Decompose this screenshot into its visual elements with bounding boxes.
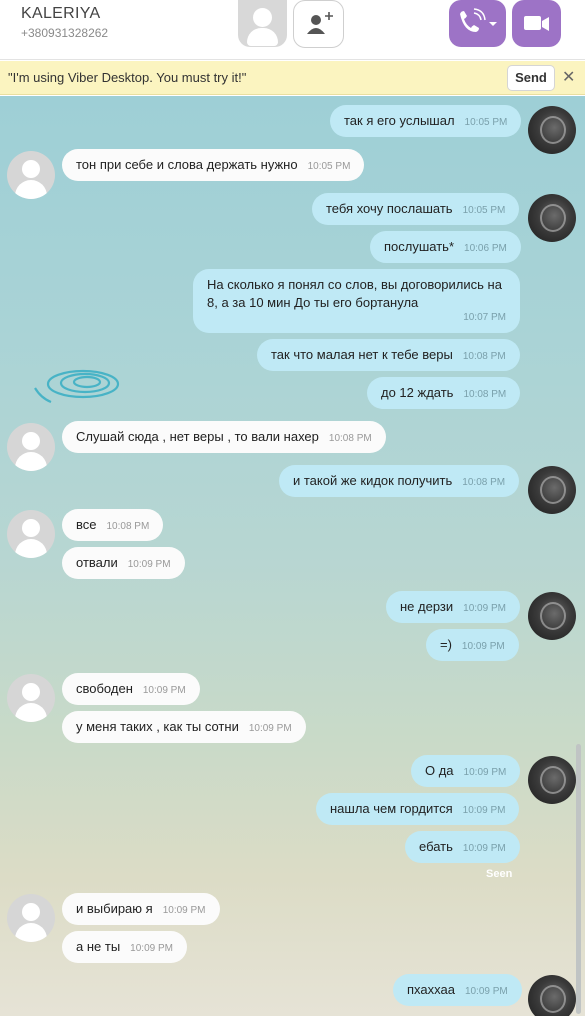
- message-outgoing[interactable]: так я его услышал 10:05 PM: [330, 105, 522, 137]
- contact-phone: +380931328262: [21, 26, 109, 40]
- default-avatar-icon[interactable]: [7, 423, 55, 471]
- message-incoming[interactable]: тон при себе и слова держать нужно 10:05 …: [62, 149, 365, 181]
- default-avatar-icon[interactable]: [7, 151, 55, 199]
- message-outgoing[interactable]: тебя хочу послашать 10:05 PM: [312, 193, 520, 225]
- message-time: 10:09 PM: [462, 805, 506, 816]
- message-incoming[interactable]: Слушай сюда , нет веры , то вали нахер 10…: [62, 421, 386, 453]
- message-time: 10:09 PM: [130, 943, 173, 954]
- message-text: и такой же кидок получить: [293, 473, 453, 488]
- message-time: 10:09 PM: [248, 723, 292, 734]
- message-text: все: [76, 517, 97, 532]
- message-text: ебать: [419, 839, 453, 854]
- message-time: 10:09 PM: [463, 603, 506, 614]
- message-time: 10:09 PM: [461, 641, 505, 652]
- swirl-decoration: [34, 369, 120, 404]
- invite-notice-bar: "I'm using Viber Desktop. You must try i…: [0, 61, 585, 95]
- message-text: тон при себе и слова держать нужно: [76, 157, 298, 172]
- message-outgoing[interactable]: ебать 10:09 PM: [405, 831, 520, 863]
- message-text: отвали: [76, 555, 118, 570]
- message-outgoing[interactable]: На сколько я понял со слов, вы договорил…: [193, 269, 520, 333]
- chat-scrollbar[interactable]: [576, 744, 581, 1014]
- message-text: =): [440, 637, 452, 652]
- message-outgoing[interactable]: О да 10:09 PM: [411, 755, 521, 787]
- message-time: 10:09 PM: [462, 843, 506, 854]
- message-time: 10:08 PM: [106, 521, 150, 532]
- user-photo-avatar[interactable]: [528, 194, 576, 242]
- message-incoming[interactable]: и выбираю я 10:09 PM: [62, 893, 220, 925]
- message-text: и выбираю я: [76, 901, 153, 916]
- message-time: 10:09 PM: [464, 986, 508, 997]
- message-time: 10:08 PM: [463, 389, 507, 400]
- user-photo-avatar[interactable]: [528, 756, 576, 804]
- default-avatar-icon[interactable]: [7, 674, 55, 722]
- chat-conversation-area[interactable]: так я его услышал 10:05 PM тон при себе и…: [0, 96, 585, 1016]
- message-outgoing[interactable]: пхаххаа 10:09 PM: [393, 974, 522, 1006]
- message-incoming[interactable]: а не ты 10:09 PM: [62, 931, 187, 963]
- message-outgoing[interactable]: так что малая нет к тебе веры 10:08 PM: [257, 339, 520, 371]
- user-photo-avatar[interactable]: [528, 975, 576, 1016]
- message-time: 10:09 PM: [162, 905, 206, 916]
- message-incoming[interactable]: все 10:08 PM: [62, 509, 164, 541]
- message-time: 10:09 PM: [142, 685, 186, 696]
- chevron-down-icon[interactable]: [488, 20, 498, 28]
- message-text: у меня таких , как ты сотни: [76, 719, 239, 734]
- message-text: так я его услышал: [344, 113, 455, 128]
- message-text: свободен: [76, 681, 133, 696]
- message-time: 10:09 PM: [127, 559, 171, 570]
- message-text: так что малая нет к тебе веры: [271, 347, 453, 362]
- message-time: 10:06 PM: [464, 243, 507, 254]
- message-time: 10:08 PM: [328, 433, 372, 444]
- message-time: 10:08 PM: [462, 477, 506, 488]
- message-time: 10:08 PM: [462, 351, 506, 362]
- message-time: 10:05 PM: [464, 117, 508, 128]
- message-outgoing[interactable]: до 12 ждать 10:08 PM: [367, 377, 521, 409]
- message-time: 10:07 PM: [463, 312, 506, 323]
- call-button[interactable]: [449, 0, 506, 47]
- message-text: О да: [425, 763, 454, 778]
- video-call-button[interactable]: [512, 0, 561, 47]
- message-incoming[interactable]: отвали 10:09 PM: [62, 547, 185, 579]
- default-avatar-icon[interactable]: [7, 510, 55, 558]
- message-outgoing[interactable]: послушать* 10:06 PM: [370, 231, 521, 263]
- message-time: 10:05 PM: [462, 205, 506, 216]
- default-avatar-icon[interactable]: [7, 894, 55, 942]
- chat-header: KALERIYA +380931328262: [0, 0, 585, 60]
- user-photo-avatar[interactable]: [528, 466, 576, 514]
- message-text: до 12 ждать: [381, 385, 454, 400]
- default-avatar-icon[interactable]: [238, 0, 287, 47]
- message-outgoing[interactable]: нашла чем гордится 10:09 PM: [316, 793, 520, 825]
- seen-status: Seen: [486, 868, 513, 880]
- send-invite-button[interactable]: Send: [507, 65, 555, 91]
- user-photo-avatar[interactable]: [528, 106, 576, 154]
- message-text: послушать*: [384, 239, 455, 254]
- message-text: На сколько я понял со слов, вы договорил…: [207, 277, 502, 310]
- message-time: 10:09 PM: [463, 767, 507, 778]
- add-user-icon: [307, 12, 333, 34]
- message-text: Слушай сюда , нет веры , то вали нахер: [76, 429, 319, 444]
- message-incoming[interactable]: свободен 10:09 PM: [62, 673, 200, 705]
- add-user-button[interactable]: [293, 0, 344, 48]
- message-text: а не ты: [76, 939, 121, 954]
- close-icon[interactable]: ✕: [562, 67, 575, 87]
- video-camera-icon: [524, 16, 549, 31]
- invite-notice-text: "I'm using Viber Desktop. You must try i…: [8, 70, 247, 85]
- user-photo-avatar[interactable]: [528, 592, 576, 640]
- message-outgoing[interactable]: и такой же кидок получить 10:08 PM: [279, 465, 520, 497]
- message-incoming[interactable]: у меня таких , как ты сотни 10:09 PM: [62, 711, 306, 743]
- message-text: пхаххаа: [407, 982, 455, 997]
- message-text: тебя хочу послашать: [326, 201, 453, 216]
- message-text: нашла чем гордится: [330, 801, 453, 816]
- contact-name[interactable]: KALERIYA: [21, 5, 100, 23]
- message-outgoing[interactable]: =) 10:09 PM: [426, 629, 519, 661]
- message-outgoing[interactable]: не дерзи 10:09 PM: [386, 591, 520, 623]
- message-time: 10:05 PM: [307, 161, 351, 172]
- message-text: не дерзи: [400, 599, 454, 614]
